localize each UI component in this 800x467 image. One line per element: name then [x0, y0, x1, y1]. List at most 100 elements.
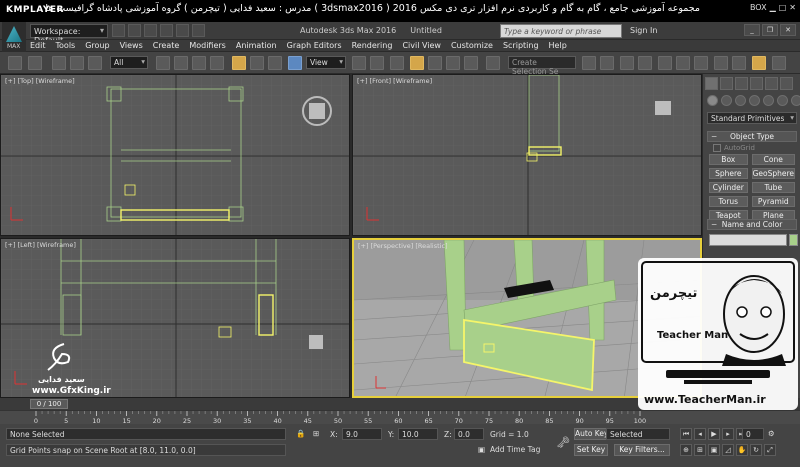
viewport-perspective-label[interactable]: [+] [Perspective] [Realistic] [358, 242, 448, 250]
hierarchy-tab-icon[interactable] [735, 77, 748, 90]
unlink-icon[interactable] [70, 56, 84, 70]
create-tab-icon[interactable] [705, 77, 718, 90]
motion-tab-icon[interactable] [750, 77, 763, 90]
next-frame-icon[interactable]: ▸ [722, 428, 734, 440]
mirror-icon[interactable] [582, 56, 596, 70]
select-object-icon[interactable] [156, 56, 170, 70]
redo-icon[interactable] [176, 24, 189, 37]
window-restore-button[interactable]: ❐ [762, 24, 778, 36]
project-folder-icon[interactable] [192, 24, 205, 37]
modify-tab-icon[interactable] [720, 77, 733, 90]
z-coordinate-field[interactable]: 0.0 [454, 428, 484, 440]
time-tag-icon[interactable]: ▣ [478, 445, 485, 454]
new-scene-icon[interactable] [112, 24, 125, 37]
object-name-field[interactable] [709, 234, 787, 246]
primitive-category-select[interactable]: Standard Primitives [707, 112, 797, 124]
autogrid-checkbox[interactable]: AutoGrid [713, 144, 755, 152]
menu-item-scripting[interactable]: Scripting [503, 41, 539, 50]
window-crossing-icon[interactable] [210, 56, 224, 70]
pan-icon[interactable]: ✋ [736, 444, 748, 456]
lock-selection-icon[interactable]: 🔒 [296, 429, 305, 438]
primitive-cylinder-button[interactable]: Cylinder [709, 182, 748, 193]
orbit-icon[interactable]: ↻ [750, 444, 762, 456]
set-key-button[interactable]: Set Key [574, 444, 608, 456]
transform-mode-icon[interactable]: ⊞ [313, 429, 319, 438]
search-input[interactable]: Type a keyword or phrase [500, 24, 622, 38]
scene-explorer-icon[interactable] [620, 56, 634, 70]
space-warps-icon[interactable] [777, 95, 788, 106]
redo-toolbar-icon[interactable] [28, 56, 42, 70]
menu-item-rendering[interactable]: Rendering [352, 41, 393, 50]
menu-item-create[interactable]: Create [153, 41, 180, 50]
material-editor-icon[interactable] [694, 56, 708, 70]
link-icon[interactable] [52, 56, 66, 70]
keyboard-shortcut-icon[interactable] [390, 56, 404, 70]
previous-frame-icon[interactable]: ◂ [694, 428, 706, 440]
reference-coordinate-select[interactable]: View [306, 56, 346, 69]
menu-item-edit[interactable]: Edit [30, 41, 46, 50]
primitive-sphere-button[interactable]: Sphere [709, 168, 748, 179]
primitive-cone-button[interactable]: Cone [751, 154, 795, 165]
window-close-button[interactable]: ✕ [780, 24, 796, 36]
edit-named-selection-icon[interactable] [486, 56, 500, 70]
viewport-top-label[interactable]: [+] [Top] [Wireframe] [5, 77, 75, 85]
viewport-left[interactable]: [+] [Left] [Wireframe] [0, 238, 350, 398]
field-of-view-icon[interactable]: ◿ [722, 444, 734, 456]
menu-item-views[interactable]: Views [120, 41, 143, 50]
zoom-icon[interactable]: ⊕ [680, 444, 692, 456]
key-filters-button[interactable]: Key Filters... [614, 444, 670, 456]
add-time-tag[interactable]: Add Time Tag [490, 445, 540, 454]
manipulate-icon[interactable] [370, 56, 384, 70]
pivot-center-icon[interactable] [352, 56, 366, 70]
select-rotate-icon[interactable] [250, 56, 264, 70]
close-icon[interactable]: ✕ [789, 3, 796, 12]
select-by-name-icon[interactable] [174, 56, 188, 70]
snaps-toggle-icon[interactable] [410, 56, 424, 70]
rect-selection-icon[interactable] [192, 56, 206, 70]
spinner-snap-icon[interactable] [464, 56, 478, 70]
render-setup-icon[interactable] [714, 56, 728, 70]
viewport-left-label[interactable]: [+] [Left] [Wireframe] [5, 241, 76, 249]
select-move-icon[interactable] [232, 56, 246, 70]
shapes-icon[interactable] [721, 95, 732, 106]
time-slider-thumb[interactable]: 0 / 100 [30, 399, 68, 409]
current-frame-field[interactable]: 0 [742, 428, 764, 440]
x-coordinate-field[interactable]: 9.0 [342, 428, 382, 440]
primitive-geosphere-button[interactable]: GeoSphere [751, 168, 795, 179]
workspace-select[interactable]: Workspace: Default [30, 24, 108, 45]
auto-key-button[interactable]: Auto Key [574, 428, 608, 440]
menu-item-tools[interactable]: Tools [56, 41, 76, 50]
object-color-swatch[interactable] [789, 234, 798, 246]
menu-item-help[interactable]: Help [549, 41, 567, 50]
primitive-torus-button[interactable]: Torus [709, 196, 748, 207]
undo-toolbar-icon[interactable] [8, 56, 22, 70]
cameras-icon[interactable] [749, 95, 760, 106]
render-production-icon[interactable] [752, 56, 766, 70]
zoom-extents-icon[interactable]: ▣ [708, 444, 720, 456]
primitive-pyramid-button[interactable]: Pyramid [751, 196, 795, 207]
angle-snap-icon[interactable] [428, 56, 442, 70]
selection-filter-select[interactable]: All [110, 56, 148, 69]
primitive-tube-button[interactable]: Tube [751, 182, 795, 193]
rendered-frame-icon[interactable] [732, 56, 746, 70]
zoom-all-icon[interactable]: ⊞ [694, 444, 706, 456]
render-iterative-icon[interactable] [772, 56, 786, 70]
percent-snap-icon[interactable] [446, 56, 460, 70]
maximize-viewport-icon[interactable]: ⤢ [764, 444, 776, 456]
primitive-box-button[interactable]: Box [709, 154, 748, 165]
goto-start-icon[interactable]: ⏮ [680, 428, 692, 440]
y-coordinate-field[interactable]: 10.0 [398, 428, 438, 440]
open-file-icon[interactable] [128, 24, 141, 37]
minimize-icon[interactable]: ▁ [770, 3, 776, 12]
undo-icon[interactable] [160, 24, 173, 37]
lights-icon[interactable] [735, 95, 746, 106]
name-color-rollout[interactable]: Name and Color [707, 219, 797, 230]
save-file-icon[interactable] [144, 24, 157, 37]
time-config-icon[interactable]: ⚙ [768, 429, 775, 438]
object-type-rollout[interactable]: Object Type [707, 131, 797, 142]
utilities-tab-icon[interactable] [780, 77, 793, 90]
menu-item-civil-view[interactable]: Civil View [402, 41, 441, 50]
layer-explorer-icon[interactable] [638, 56, 652, 70]
menu-item-group[interactable]: Group [85, 41, 109, 50]
curve-editor-icon[interactable] [658, 56, 672, 70]
